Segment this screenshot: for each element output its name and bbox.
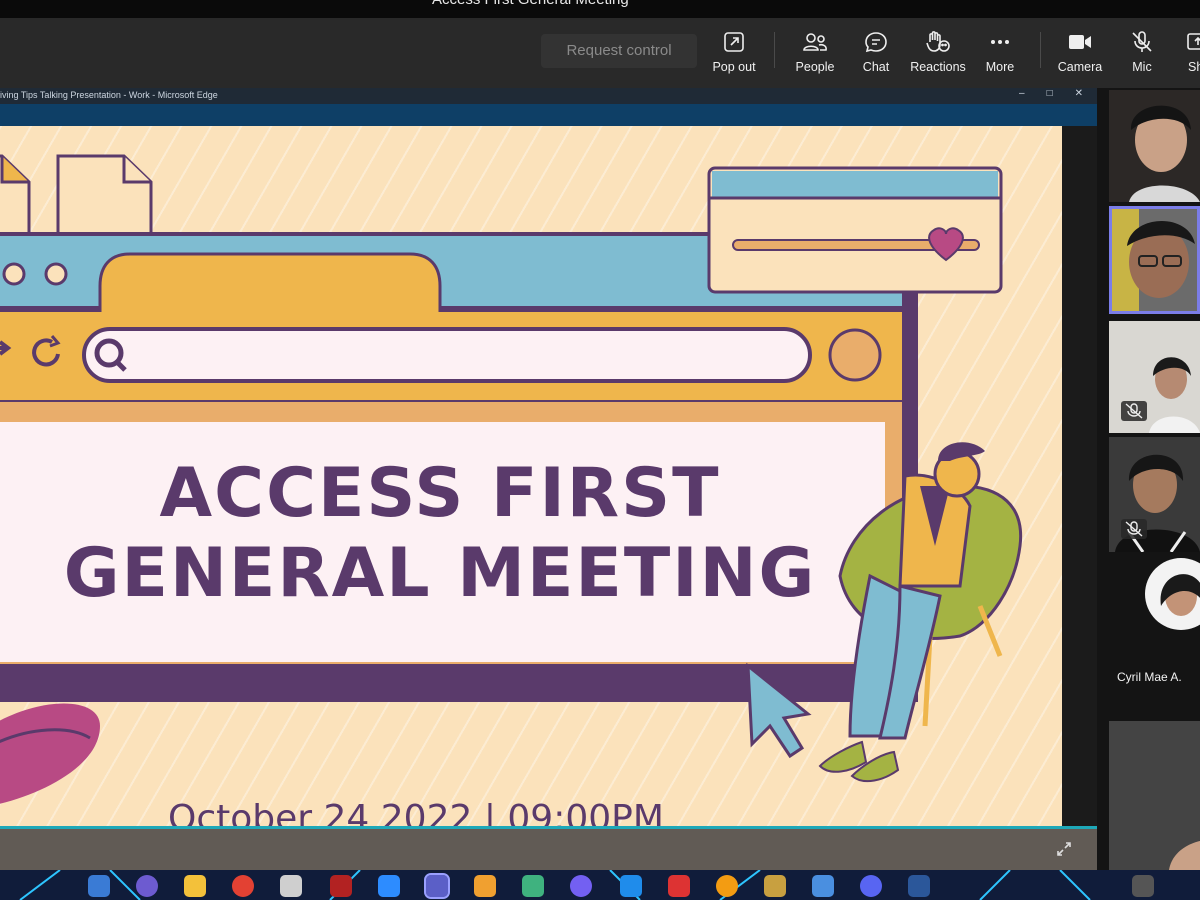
mic-label: Mic (1132, 60, 1152, 74)
app-icon[interactable] (280, 875, 302, 897)
muted-indicator (1121, 519, 1147, 539)
slide-heading-line1: ACCESS FIRST (159, 454, 721, 533)
participant-video (1109, 90, 1200, 202)
participant-tile[interactable] (1109, 721, 1200, 870)
word-icon[interactable] (908, 875, 930, 897)
mic-button[interactable]: Mic (1107, 28, 1177, 82)
participant-tile[interactable] (1109, 321, 1200, 433)
slide-heading-line2: GENERAL MEETING (63, 534, 817, 613)
edge-window-controls: –□✕ (1019, 88, 1083, 99)
pop-out-icon (724, 32, 744, 52)
zoom-icon[interactable] (378, 875, 400, 897)
edge-side-margin (1062, 126, 1097, 826)
app-icon[interactable] (330, 875, 352, 897)
participant-tile-active[interactable] (1109, 206, 1200, 314)
reactions-label: Reactions (910, 60, 966, 74)
slide-date: October 24 2022 | 09:00PM (168, 798, 664, 826)
fullscreen-icon[interactable] (1056, 841, 1072, 857)
chrome-icon[interactable] (232, 875, 254, 897)
shared-screen: iving Tips Talking Presentation - Work -… (0, 88, 1097, 870)
close-icon: ✕ (1074, 88, 1083, 99)
participant-tile[interactable] (1109, 90, 1200, 202)
pop-out-button[interactable]: Pop out (699, 28, 769, 82)
participant-name: Cyril Mae A. (1117, 670, 1182, 684)
muted-indicator (1121, 401, 1147, 421)
toolbar-divider (774, 32, 775, 68)
more-icon (991, 40, 1009, 44)
share-icon (1187, 33, 1200, 50)
reactions-button[interactable]: Reactions (903, 28, 973, 82)
app-icon[interactable] (1132, 875, 1154, 897)
document-icon (0, 154, 153, 236)
trello-icon[interactable] (620, 875, 642, 897)
meeting-title-bar: Access First General Meeting (0, 0, 1200, 18)
minimize-icon: – (1019, 88, 1047, 99)
meeting-toolbar: Request control Pop out People Chat Reac… (0, 18, 1200, 88)
participant-video (1109, 721, 1200, 870)
mic-off-icon (1125, 403, 1143, 419)
people-icon (803, 33, 827, 51)
toolbar-divider (1040, 32, 1041, 68)
start-icon[interactable] (88, 875, 110, 897)
taskbar-wallpaper (19, 870, 1091, 900)
browser-tab (98, 252, 442, 318)
app-icon[interactable] (812, 875, 834, 897)
browser-search-bar (82, 327, 812, 383)
browser-button (828, 328, 882, 382)
viber-icon[interactable] (570, 875, 592, 897)
edge-window-title: iving Tips Talking Presentation - Work -… (0, 90, 218, 100)
people-label: People (795, 60, 835, 74)
edge-toolbar-band (0, 104, 1097, 126)
edge-bottom-area (0, 829, 1097, 870)
participant-gallery: Cyril Mae A. (1097, 88, 1200, 870)
mic-off-icon (1125, 521, 1143, 537)
participant-tile[interactable] (1109, 437, 1200, 552)
app-icon[interactable] (136, 875, 158, 897)
camera-button[interactable]: Camera (1045, 28, 1115, 82)
participant-video (1109, 206, 1200, 314)
mic-off-icon (1132, 31, 1152, 52)
chat-icon (865, 32, 887, 53)
share-button[interactable]: Sh (1168, 28, 1200, 82)
chat-label: Chat (862, 60, 890, 74)
taskbar (0, 870, 1200, 900)
reactions-icon (926, 31, 950, 52)
app-icon[interactable] (474, 875, 496, 897)
share-label: Sh (1188, 60, 1200, 74)
meeting-title: Access First General Meeting (432, 0, 629, 8)
people-button[interactable]: People (780, 28, 850, 82)
app-icon[interactable] (716, 875, 738, 897)
pop-out-label: Pop out (712, 60, 756, 74)
camera-label: Camera (1057, 60, 1103, 74)
avatar (1145, 558, 1200, 630)
more-button[interactable]: More (965, 28, 1035, 82)
restore-icon: □ (1046, 88, 1075, 99)
folder-icon[interactable] (184, 875, 206, 897)
participant-tile-avatar[interactable]: Cyril Mae A. (1109, 556, 1200, 716)
leaf-shape (0, 703, 100, 804)
presentation-slide: ACCESS FIRST GENERAL MEETING October 24 … (0, 126, 1062, 826)
teams-icon[interactable] (424, 873, 450, 899)
more-label: More (985, 60, 1015, 74)
camera-icon (1069, 35, 1091, 49)
edge-title-bar: iving Tips Talking Presentation - Work -… (0, 88, 1097, 104)
app-icon[interactable] (668, 875, 690, 897)
request-control-button[interactable]: Request control (541, 34, 697, 68)
discord-icon[interactable] (860, 875, 882, 897)
app-icon[interactable] (522, 875, 544, 897)
chat-button[interactable]: Chat (841, 28, 911, 82)
app-icon[interactable] (764, 875, 786, 897)
